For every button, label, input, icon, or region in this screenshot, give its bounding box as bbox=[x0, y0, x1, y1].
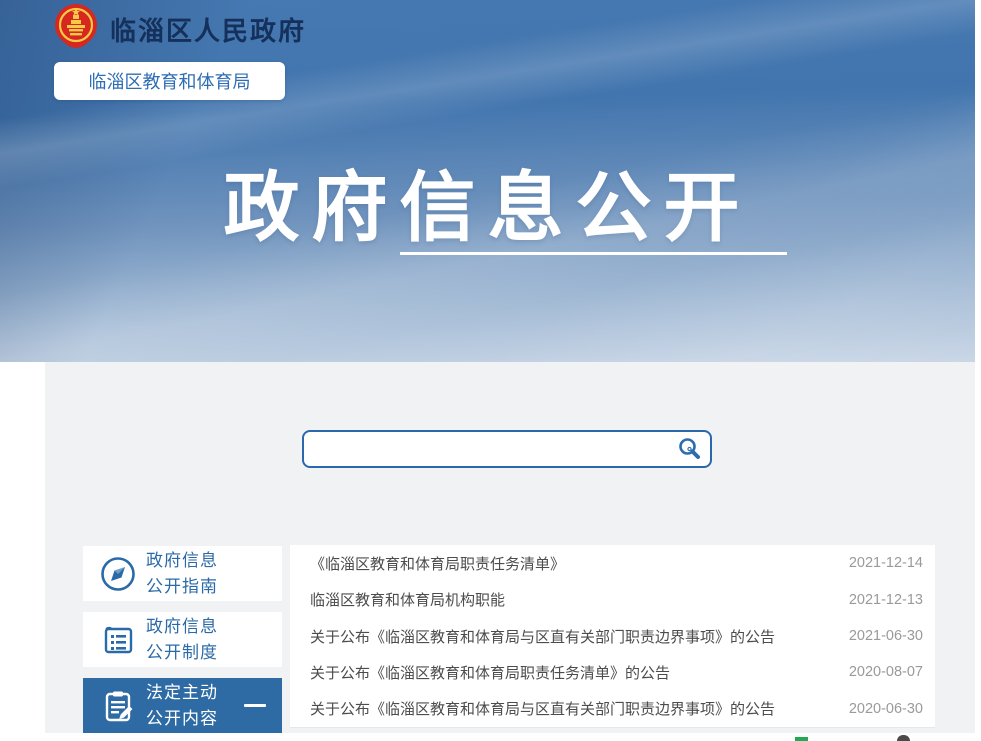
article-date: 2020-08-07 bbox=[837, 664, 935, 680]
compass-icon bbox=[99, 555, 137, 593]
cutoff-green-icon-fragment bbox=[795, 737, 808, 741]
hero-banner: 临淄区人民政府 临淄区教育和体育局 政府信息公开 bbox=[0, 0, 975, 362]
collapse-minus-icon[interactable] bbox=[244, 704, 266, 707]
national-emblem-icon bbox=[52, 3, 100, 51]
article-title[interactable]: 关于公布《临淄区教育和体育局与区直有关部门职责边界事项》的公告 bbox=[290, 698, 837, 719]
search-button[interactable] bbox=[668, 432, 710, 466]
article-row[interactable]: 关于公布《临淄区教育和体育局与区直有关部门职责边界事项》的公告 2020-06-… bbox=[290, 691, 935, 727]
article-date: 2021-12-13 bbox=[837, 592, 935, 608]
sidebar-item-label: 法定主动 公开内容 bbox=[146, 680, 218, 732]
title-underline-decoration bbox=[400, 252, 787, 255]
page-right-margin bbox=[975, 0, 981, 741]
document-lines-icon bbox=[99, 621, 137, 659]
article-date: 2020-06-30 bbox=[837, 701, 935, 717]
article-row[interactable]: 《临淄区教育和体育局职责任务清单》 2021-12-14 bbox=[290, 545, 935, 581]
cutoff-dark-icon-fragment bbox=[897, 735, 910, 741]
search-box bbox=[302, 430, 712, 468]
site-logo-link[interactable]: 临淄区人民政府 bbox=[52, 0, 306, 52]
site-name[interactable]: 临淄区人民政府 bbox=[110, 11, 306, 48]
clipboard-pencil-icon bbox=[99, 687, 137, 725]
article-title[interactable]: 《临淄区教育和体育局职责任务清单》 bbox=[290, 553, 837, 574]
sidebar-item-public-info-system[interactable]: 政府信息 公开制度 bbox=[83, 612, 282, 667]
sidebar-item-label: 政府信息 公开指南 bbox=[146, 548, 218, 600]
sidebar-item-label: 政府信息 公开制度 bbox=[146, 614, 218, 666]
article-list: 《临淄区教育和体育局职责任务清单》 2021-12-14 临淄区教育和体育局机构… bbox=[290, 545, 935, 728]
department-tab-button[interactable]: 临淄区教育和体育局 bbox=[54, 62, 285, 100]
article-row[interactable]: 关于公布《临淄区教育和体育局与区直有关部门职责边界事项》的公告 2021-06-… bbox=[290, 618, 935, 654]
article-date: 2021-06-30 bbox=[837, 628, 935, 644]
article-row[interactable]: 临淄区教育和体育局机构职能 2021-12-13 bbox=[290, 581, 935, 617]
magnifier-icon bbox=[676, 436, 702, 462]
article-title[interactable]: 关于公布《临淄区教育和体育局与区直有关部门职责边界事项》的公告 bbox=[290, 626, 837, 647]
page-title: 政府信息公开 bbox=[0, 146, 975, 256]
content-panel: 政府信息 公开指南 政府信息 公开制度 bbox=[45, 362, 975, 733]
sidebar-item-statutory-disclosure[interactable]: 法定主动 公开内容 bbox=[83, 678, 282, 733]
article-date: 2021-12-14 bbox=[837, 555, 935, 571]
article-title[interactable]: 关于公布《临淄区教育和体育局职责任务清单》的公告 bbox=[290, 662, 837, 683]
sidebar-item-public-info-guide[interactable]: 政府信息 公开指南 bbox=[83, 546, 282, 601]
article-title[interactable]: 临淄区教育和体育局机构职能 bbox=[290, 589, 837, 610]
article-row[interactable]: 关于公布《临淄区教育和体育局职责任务清单》的公告 2020-08-07 bbox=[290, 654, 935, 690]
search-input[interactable] bbox=[304, 432, 668, 466]
